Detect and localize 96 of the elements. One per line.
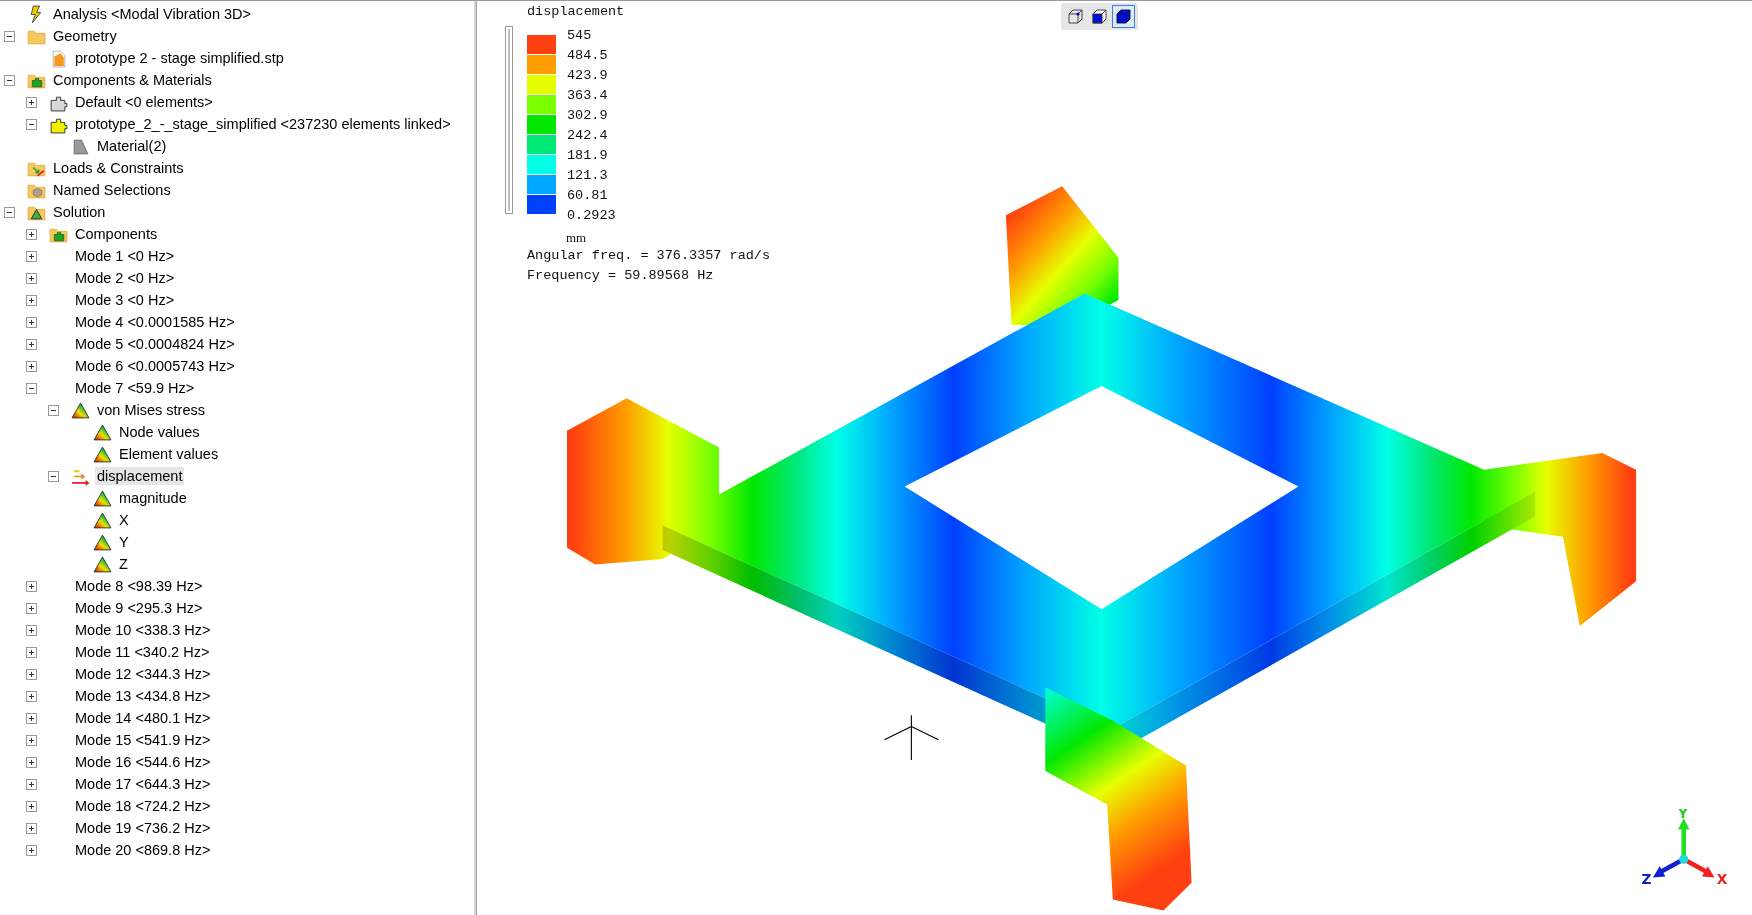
- axis-triad-drawing: [1652, 818, 1715, 878]
- tree-item-label[interactable]: Mode 12 <344.3 Hz>: [73, 665, 213, 683]
- tree-item-label[interactable]: Loads & Constraints: [51, 159, 186, 177]
- tree-item-label[interactable]: Z: [117, 555, 130, 573]
- expand-toggle[interactable]: [26, 316, 37, 328]
- tree-item-label[interactable]: Mode 17 <644.3 Hz>: [73, 775, 213, 793]
- tree-item-label[interactable]: Mode 15 <541.9 Hz>: [73, 731, 213, 749]
- tree-item-label[interactable]: X: [117, 511, 131, 529]
- tree-item-label[interactable]: Mode 19 <736.2 Hz>: [73, 819, 213, 837]
- expand-toggle[interactable]: [26, 646, 37, 658]
- tree-item-label[interactable]: Mode 4 <0.0001585 Hz>: [73, 313, 237, 331]
- scale-value: 363.4: [567, 87, 609, 105]
- expand-toggle[interactable]: [26, 118, 37, 130]
- cube-icon: [1114, 7, 1133, 26]
- unit-label: mm: [566, 230, 587, 246]
- tree-item-label[interactable]: Mode 5 <0.0004824 Hz>: [73, 335, 237, 353]
- tree-item-label[interactable]: Mode 10 <338.3 Hz>: [73, 621, 213, 639]
- tree-item-label[interactable]: Mode 11 <340.2 Hz>: [73, 643, 212, 661]
- scale-value: 60.81: [567, 187, 609, 205]
- tree-item-label[interactable]: Mode 16 <544.6 Hz>: [73, 753, 213, 771]
- tree-item-label[interactable]: magnitude: [117, 489, 189, 507]
- tree-item-label[interactable]: Components: [73, 225, 160, 243]
- tree-item-label[interactable]: Mode 18 <724.2 Hz>: [73, 797, 213, 815]
- axis-label: X: [1716, 871, 1728, 888]
- tree-item-label[interactable]: Mode 13 <434.8 Hz>: [73, 687, 213, 705]
- expand-toggle[interactable]: [26, 602, 37, 614]
- triangle-icon: [93, 554, 112, 574]
- view-mode-button[interactable]: [1112, 5, 1135, 28]
- tree-item-label[interactable]: Geometry: [51, 27, 119, 45]
- triangle-icon: [93, 532, 112, 552]
- cube-icon: [1066, 7, 1085, 26]
- tree-item-label[interactable]: Mode 20 <869.8 Hz>: [73, 841, 213, 859]
- expand-toggle[interactable]: [26, 844, 37, 856]
- tree-item-label[interactable]: Named Selections: [51, 181, 173, 199]
- expand-toggle[interactable]: [26, 382, 37, 394]
- tree-item-label[interactable]: Default <0 elements>: [73, 93, 215, 111]
- expand-toggle[interactable]: [26, 756, 37, 768]
- expand-toggle[interactable]: [26, 272, 37, 284]
- cube-icon: [1090, 7, 1109, 26]
- expand-toggle[interactable]: [48, 404, 59, 416]
- expand-toggle[interactable]: [4, 30, 15, 42]
- tree-item-label[interactable]: Solution: [51, 203, 108, 221]
- scale-value: 0.2923: [567, 207, 616, 225]
- tree-item-label[interactable]: Y: [117, 533, 131, 551]
- axis-label: Z: [1641, 871, 1652, 888]
- expand-toggle[interactable]: [48, 470, 59, 482]
- expand-toggle[interactable]: [4, 206, 15, 218]
- tree-item-label[interactable]: Mode 7 <59.9 Hz>: [73, 379, 197, 397]
- expand-toggle[interactable]: [26, 360, 37, 372]
- tree-item-label[interactable]: Mode 6 <0.0005743 Hz>: [73, 357, 237, 375]
- tree-item-label[interactable]: Components & Materials: [51, 71, 214, 89]
- tree-item-label[interactable]: Node values: [117, 423, 202, 441]
- triangle-icon: [93, 488, 112, 508]
- triangle-icon: [71, 400, 90, 420]
- scale-value: 545: [567, 27, 593, 45]
- expand-toggle[interactable]: [4, 74, 15, 86]
- expand-toggle[interactable]: [26, 778, 37, 790]
- scale-value: 302.9: [567, 107, 609, 125]
- tree-item-label[interactable]: von Mises stress: [95, 401, 207, 419]
- result-info: Frequency = 59.89568 Hz: [527, 267, 715, 285]
- tree-item-label[interactable]: Mode 9 <295.3 Hz>: [73, 599, 205, 617]
- tree-item-label[interactable]: Mode 1 <0 Hz>: [73, 247, 177, 265]
- result-info: Angular freq. = 376.3357 rad/s: [527, 247, 772, 265]
- scale-value: 181.9: [567, 147, 609, 165]
- expand-toggle[interactable]: [26, 822, 37, 834]
- triangle-icon: [93, 422, 112, 442]
- scale-value: 423.9: [567, 67, 609, 85]
- tree-item-label[interactable]: Mode 3 <0 Hz>: [73, 291, 177, 309]
- expand-toggle[interactable]: [26, 580, 37, 592]
- expand-toggle[interactable]: [26, 712, 37, 724]
- tree-item-label[interactable]: Material(2): [95, 137, 169, 155]
- expand-toggle[interactable]: [26, 338, 37, 350]
- tree-item-label[interactable]: Mode 14 <480.1 Hz>: [73, 709, 213, 727]
- scale-value: 484.5: [567, 47, 609, 65]
- scale-value: 242.4: [567, 127, 609, 145]
- tree-item-label[interactable]: displacement: [95, 467, 185, 485]
- cursor-crosshair-icon: [883, 714, 939, 761]
- expand-toggle[interactable]: [26, 250, 37, 262]
- tree-item-label[interactable]: Mode 8 <98.39 Hz>: [73, 577, 205, 595]
- scale-value: 121.3: [567, 167, 609, 185]
- legend-title: displacement: [527, 4, 625, 21]
- tree-item-label[interactable]: Mode 2 <0 Hz>: [73, 269, 177, 287]
- expand-toggle[interactable]: [26, 800, 37, 812]
- tree-item-label[interactable]: prototype_2_-_stage_simplified <237230 elements linked>: [73, 115, 453, 133]
- tree-item-label[interactable]: prototype 2 - stage simplified.stp: [73, 49, 286, 67]
- expand-toggle[interactable]: [26, 624, 37, 636]
- triangle-icon: [93, 510, 112, 530]
- expand-toggle[interactable]: [26, 690, 37, 702]
- triangle-icon: [93, 444, 112, 464]
- tree-item-label[interactable]: Element values: [117, 445, 221, 463]
- expand-toggle[interactable]: [26, 228, 37, 240]
- expand-toggle[interactable]: [26, 734, 37, 746]
- expand-toggle[interactable]: [26, 294, 37, 306]
- expand-toggle[interactable]: [26, 96, 37, 108]
- expand-toggle[interactable]: [26, 668, 37, 680]
- tree-item-label[interactable]: Analysis <Modal Vibration 3D>: [51, 5, 253, 23]
